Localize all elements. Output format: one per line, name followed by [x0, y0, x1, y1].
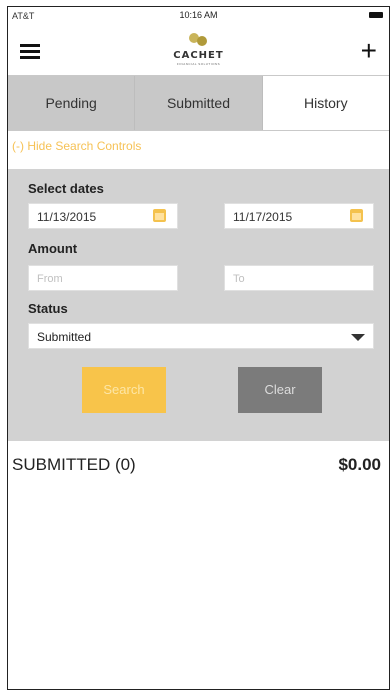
- tab-history[interactable]: History: [261, 76, 389, 130]
- logo-tagline: FINANCIAL SOLUTIONS: [176, 62, 221, 66]
- summary-row[interactable]: SUBMITTED (0) $0.00: [8, 453, 389, 483]
- add-button[interactable]: +: [361, 37, 377, 65]
- search-button[interactable]: Search: [82, 367, 166, 413]
- tab-submitted[interactable]: Submitted: [134, 76, 262, 130]
- date-to-value: 11/17/2015: [233, 210, 293, 224]
- tab-pending[interactable]: Pending: [8, 76, 135, 130]
- phone-frame: AT&T 10:16 AM CACHET FINANCIAL SOLUTIONS…: [7, 6, 390, 690]
- status-label: Status: [28, 301, 68, 316]
- date-from-value: 11/13/2015: [37, 210, 97, 224]
- status-bar: AT&T 10:16 AM: [8, 7, 389, 27]
- plus-icon: +: [360, 35, 377, 66]
- app-logo: CACHET FINANCIAL SOLUTIONS: [154, 33, 244, 71]
- clear-button[interactable]: Clear: [238, 367, 322, 413]
- calendar-icon[interactable]: [350, 209, 363, 222]
- search-panel: Select dates 11/13/2015 11/17/2015 Amoun…: [8, 169, 389, 441]
- amount-from-field[interactable]: From: [28, 265, 178, 291]
- amount-to-field[interactable]: To: [224, 265, 374, 291]
- logo-mark-icon: [188, 33, 210, 47]
- hamburger-menu-icon[interactable]: [20, 44, 40, 60]
- calendar-icon[interactable]: [153, 209, 166, 222]
- amount-label: Amount: [28, 241, 78, 256]
- battery-icon: [369, 12, 383, 18]
- clock: 10:16 AM: [179, 10, 218, 20]
- dropdown-arrow-icon: [351, 334, 365, 341]
- tab-bar: Pending Submitted History: [8, 75, 389, 131]
- carrier-label: AT&T: [12, 11, 35, 21]
- summary-total: $0.00: [338, 455, 381, 474]
- logo-wordmark: CACHET: [173, 50, 224, 61]
- status-select-value: Submitted: [37, 330, 92, 344]
- hide-search-controls-link[interactable]: (-) Hide Search Controls: [12, 139, 141, 153]
- status-select[interactable]: Submitted: [28, 323, 374, 349]
- select-dates-label: Select dates: [28, 181, 104, 196]
- summary-name: SUBMITTED (0): [12, 455, 136, 474]
- nav-bar: CACHET FINANCIAL SOLUTIONS +: [8, 27, 389, 75]
